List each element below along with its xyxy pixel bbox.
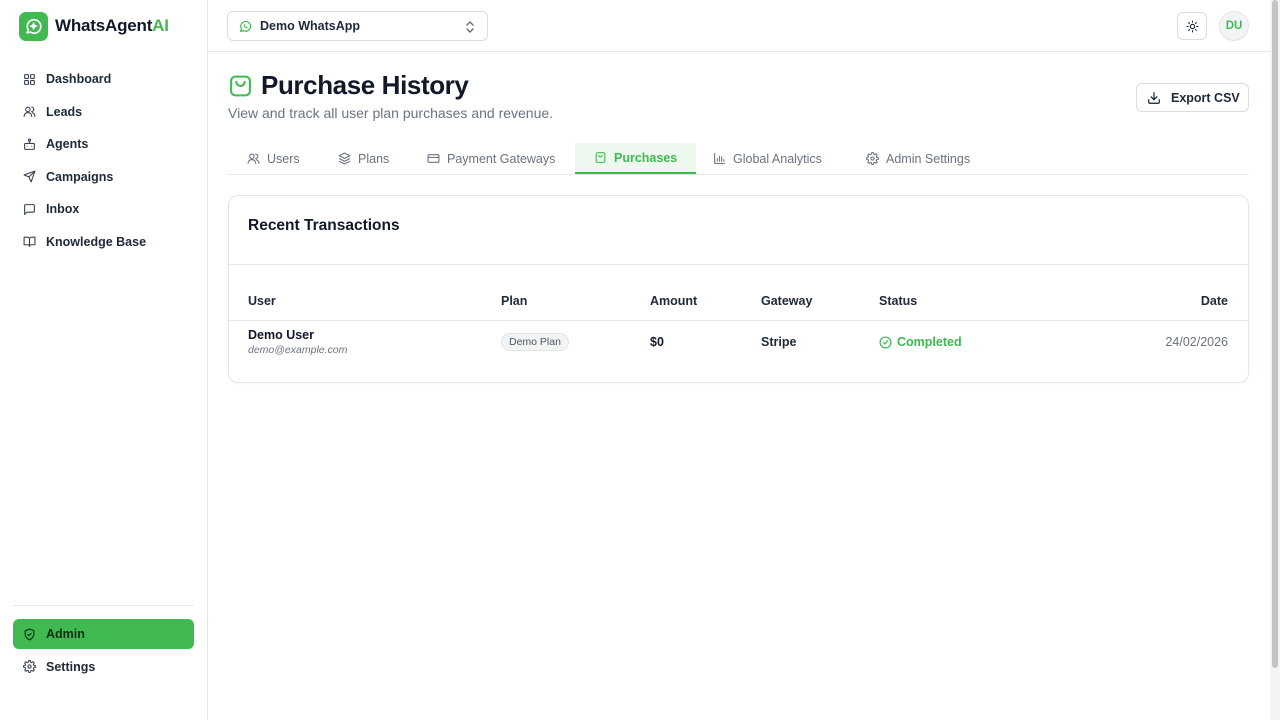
workspace-select[interactable]: Demo WhatsApp (227, 11, 488, 41)
header-divider (229, 320, 1248, 321)
sidebar-item-label: Inbox (46, 202, 80, 216)
user-email: demo@example.com (248, 344, 348, 356)
brand-logo-icon (19, 11, 48, 41)
tab-global-analytics[interactable]: Global Analytics (713, 143, 822, 174)
scrollbar[interactable] (1270, 0, 1280, 720)
status-badge: Completed (879, 335, 962, 349)
brand-name: WhatsAgentAI (55, 16, 169, 35)
check-circle-icon (879, 335, 892, 349)
shopping-bag-icon (594, 151, 607, 164)
topbar: Demo WhatsApp DU (208, 0, 1270, 52)
sidebar-bottom-nav: Admin Settings (13, 619, 194, 684)
shopping-bag-icon (228, 73, 253, 99)
export-csv-label: Export CSV (1171, 90, 1240, 105)
sidebar-item-dashboard[interactable]: Dashboard (13, 64, 194, 94)
sun-icon (1186, 20, 1199, 33)
tab-label: Users (267, 151, 300, 166)
theme-toggle-button[interactable] (1177, 12, 1207, 40)
sidebar-item-leads[interactable]: Leads (13, 97, 194, 127)
tab-label: Purchases (614, 150, 678, 165)
card-title: Recent Transactions (248, 217, 400, 234)
tab-plans[interactable]: Plans (338, 143, 389, 174)
column-header-plan[interactable]: Plan (501, 294, 527, 308)
user-name: Demo User (248, 328, 314, 342)
date-value: 24/02/2026 (1165, 335, 1228, 349)
sidebar-item-label: Knowledge Base (46, 234, 147, 249)
sidebar-item-label: Dashboard (46, 72, 112, 86)
scrollbar-thumb[interactable] (1272, 0, 1278, 668)
bar-chart-icon (713, 152, 726, 165)
gateway-value: Stripe (761, 335, 797, 349)
dashboard-grid-icon (23, 73, 36, 86)
tab-label: Global Analytics (733, 151, 822, 166)
page-title: Purchase History (261, 70, 469, 100)
recent-transactions-card: Recent Transactions User Plan Amount Gat… (228, 195, 1249, 383)
tab-purchases[interactable]: Purchases (575, 143, 697, 174)
tab-admin-settings[interactable]: Admin Settings (866, 143, 970, 174)
chevron-up-down-icon (465, 20, 475, 34)
plan-badge: Demo Plan (501, 333, 569, 351)
avatar[interactable]: DU (1219, 11, 1249, 41)
page-subtitle: View and track all user plan purchases a… (228, 105, 554, 121)
sidebar-item-knowledge-base[interactable]: Knowledge Base (13, 227, 194, 257)
tab-label: Admin Settings (886, 151, 971, 166)
tab-payment-gateways[interactable]: Payment Gateways (427, 143, 555, 174)
page-header: Purchase History View and track all user… (228, 70, 553, 121)
sidebar-item-admin[interactable]: Admin (13, 619, 194, 649)
status-label: Completed (897, 335, 962, 349)
sidebar-item-label: Settings (46, 659, 96, 674)
sidebar-item-agents[interactable]: Agents (13, 129, 194, 159)
sidebar-item-label: Leads (46, 104, 83, 119)
layers-icon (338, 152, 351, 165)
message-square-icon (23, 203, 36, 216)
tab-users[interactable]: Users (247, 143, 300, 174)
users-icon (23, 105, 36, 118)
whatsapp-icon (239, 20, 252, 33)
column-header-user[interactable]: User (248, 294, 276, 308)
credit-card-icon (427, 152, 440, 165)
workspace-name: Demo WhatsApp (260, 19, 360, 33)
brand[interactable]: WhatsAgentAI (19, 11, 169, 41)
gear-icon (23, 660, 36, 673)
sidebar-item-settings[interactable]: Settings (13, 652, 194, 682)
shield-check-icon (23, 628, 36, 641)
download-icon (1147, 91, 1161, 105)
amount-value: $0 (650, 335, 664, 349)
sidebar-item-label: Campaigns (46, 169, 114, 184)
admin-tabs: Users Plans Payment Gateways Purchases G… (227, 143, 1249, 175)
gear-icon (866, 152, 879, 165)
sidebar-item-campaigns[interactable]: Campaigns (13, 162, 194, 192)
export-csv-button[interactable]: Export CSV (1136, 83, 1249, 112)
book-open-icon (23, 235, 36, 248)
tab-label: Plans (358, 151, 390, 166)
tab-label: Payment Gateways (447, 151, 556, 166)
sidebar: WhatsAgentAI Dashboard Leads Agents Camp… (0, 0, 208, 720)
send-icon (23, 170, 36, 183)
sidebar-divider (13, 605, 194, 606)
users-icon (247, 152, 260, 165)
sidebar-item-label: Agents (46, 137, 89, 151)
column-header-status[interactable]: Status (879, 294, 917, 308)
sidebar-item-label: Admin (46, 627, 85, 641)
bot-icon (23, 138, 36, 151)
column-header-date[interactable]: Date (1201, 294, 1228, 308)
sidebar-nav: Dashboard Leads Agents Campaigns Inbox K… (13, 64, 194, 259)
card-divider (229, 264, 1248, 265)
column-header-amount[interactable]: Amount (650, 294, 697, 308)
sidebar-item-inbox[interactable]: Inbox (13, 194, 194, 224)
column-header-gateway[interactable]: Gateway (761, 294, 812, 308)
